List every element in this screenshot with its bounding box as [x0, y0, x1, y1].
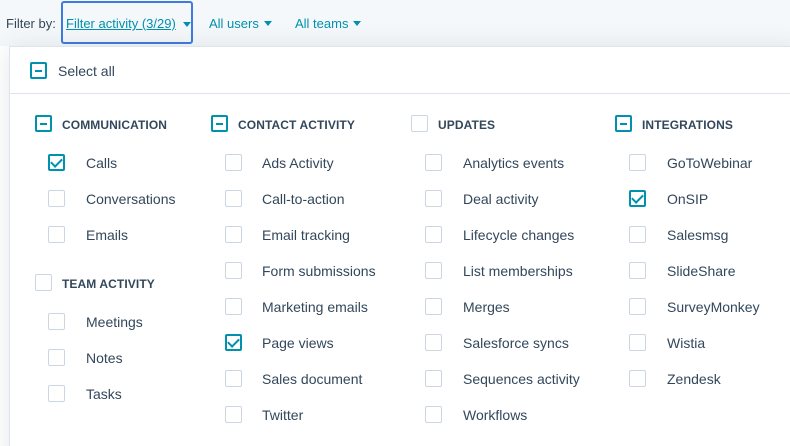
lifecycle-changes-label[interactable]: Lifecycle changes — [463, 227, 574, 243]
notes-checkbox[interactable] — [48, 349, 65, 366]
surveymonkey-checkbox[interactable] — [629, 298, 646, 315]
salesmsg-checkbox[interactable] — [629, 226, 646, 243]
calls-label[interactable]: Calls — [86, 155, 117, 171]
onsip-checkbox[interactable] — [629, 190, 646, 207]
integrations-group-checkbox[interactable] — [615, 115, 632, 132]
page-views-label[interactable]: Page views — [262, 335, 334, 351]
updates-group-checkbox[interactable] — [411, 115, 428, 132]
deal-activity-label[interactable]: Deal activity — [463, 191, 538, 207]
conversations-label[interactable]: Conversations — [86, 191, 176, 207]
form-submissions-checkbox[interactable] — [225, 262, 242, 279]
ads-activity-label[interactable]: Ads Activity — [262, 155, 334, 171]
salesforce-syncs-label[interactable]: Salesforce syncs — [463, 335, 569, 351]
all-teams-label[interactable]: All teams — [295, 16, 348, 31]
analytics-events-label[interactable]: Analytics events — [463, 155, 564, 171]
workflows-label[interactable]: Workflows — [463, 407, 527, 423]
chevron-down-icon — [263, 21, 272, 27]
workflows-checkbox[interactable] — [425, 406, 442, 423]
tasks-label[interactable]: Tasks — [86, 386, 122, 402]
page-views-checkbox[interactable] — [225, 334, 242, 351]
email-tracking-label[interactable]: Email tracking — [262, 227, 350, 243]
gotowebinar-label[interactable]: GoToWebinar — [667, 155, 752, 171]
salesforce-syncs-checkbox[interactable] — [425, 334, 442, 351]
merges-label[interactable]: Merges — [463, 299, 510, 315]
form-submissions-label[interactable]: Form submissions — [262, 263, 376, 279]
integrations-group-title[interactable]: INTEGRATIONS — [642, 118, 733, 132]
select-all-row[interactable]: Select all — [10, 47, 790, 94]
select-all-label[interactable]: Select all — [58, 63, 115, 79]
zendesk-label[interactable]: Zendesk — [667, 371, 721, 387]
sequences-activity-label[interactable]: Sequences activity — [463, 371, 580, 387]
notes-label[interactable]: Notes — [86, 350, 123, 366]
merges-checkbox[interactable] — [425, 298, 442, 315]
salesmsg-label[interactable]: Salesmsg — [667, 227, 728, 243]
slideshare-checkbox[interactable] — [629, 262, 646, 279]
tasks-checkbox[interactable] — [48, 385, 65, 402]
twitter-label[interactable]: Twitter — [262, 407, 303, 423]
sales-document-checkbox[interactable] — [225, 370, 242, 387]
onsip-label[interactable]: OnSIP — [667, 191, 708, 207]
slideshare-label[interactable]: SlideShare — [667, 263, 736, 279]
filter-by-label: Filter by: — [6, 16, 56, 31]
filter-bar: Filter by: Filter activity (3/29) All us… — [0, 0, 790, 46]
marketing-emails-checkbox[interactable] — [225, 298, 242, 315]
select-all-checkbox[interactable] — [30, 62, 47, 79]
marketing-emails-label[interactable]: Marketing emails — [262, 299, 368, 315]
call-to-action-checkbox[interactable] — [225, 190, 242, 207]
contact-activity-group-checkbox[interactable] — [211, 115, 228, 132]
conversations-checkbox[interactable] — [48, 190, 65, 207]
contact-activity-group-title[interactable]: CONTACT ACTIVITY — [238, 118, 355, 132]
all-users-label[interactable]: All users — [209, 16, 259, 31]
wistia-checkbox[interactable] — [629, 334, 646, 351]
updates-group-title[interactable]: UPDATES — [438, 118, 495, 132]
call-to-action-label[interactable]: Call-to-action — [262, 191, 344, 207]
zendesk-checkbox[interactable] — [629, 370, 646, 387]
sequences-activity-checkbox[interactable] — [425, 370, 442, 387]
twitter-checkbox[interactable] — [225, 406, 242, 423]
emails-checkbox[interactable] — [48, 226, 65, 243]
calls-checkbox[interactable] — [48, 154, 65, 171]
analytics-events-checkbox[interactable] — [425, 154, 442, 171]
surveymonkey-label[interactable]: SurveyMonkey — [667, 299, 760, 315]
sales-document-label[interactable]: Sales document — [262, 371, 362, 387]
list-memberships-label[interactable]: List memberships — [463, 263, 573, 279]
communication-group-title[interactable]: COMMUNICATION — [62, 118, 167, 132]
emails-label[interactable]: Emails — [86, 227, 128, 243]
filter-activity-dropdown[interactable]: Filter activity (3/29) — [61, 1, 193, 44]
chevron-down-icon — [353, 21, 362, 27]
list-memberships-checkbox[interactable] — [425, 262, 442, 279]
meetings-label[interactable]: Meetings — [86, 314, 143, 330]
filter-activity-label[interactable]: Filter activity (3/29) — [66, 16, 176, 31]
gotowebinar-checkbox[interactable] — [629, 154, 646, 171]
communication-group-checkbox[interactable] — [35, 115, 52, 132]
activity-filter-panel: Select all COMMUNICATION Calls Conversat… — [9, 46, 790, 446]
all-users-dropdown[interactable]: All users — [209, 16, 272, 31]
chevron-down-icon — [183, 22, 191, 27]
email-tracking-checkbox[interactable] — [225, 226, 242, 243]
wistia-label[interactable]: Wistia — [667, 335, 705, 351]
lifecycle-changes-checkbox[interactable] — [425, 226, 442, 243]
all-teams-dropdown[interactable]: All teams — [295, 16, 362, 31]
team-activity-group-title[interactable]: TEAM ACTIVITY — [62, 277, 155, 291]
ads-activity-checkbox[interactable] — [225, 154, 242, 171]
deal-activity-checkbox[interactable] — [425, 190, 442, 207]
meetings-checkbox[interactable] — [48, 313, 65, 330]
team-activity-group-checkbox[interactable] — [35, 274, 52, 291]
